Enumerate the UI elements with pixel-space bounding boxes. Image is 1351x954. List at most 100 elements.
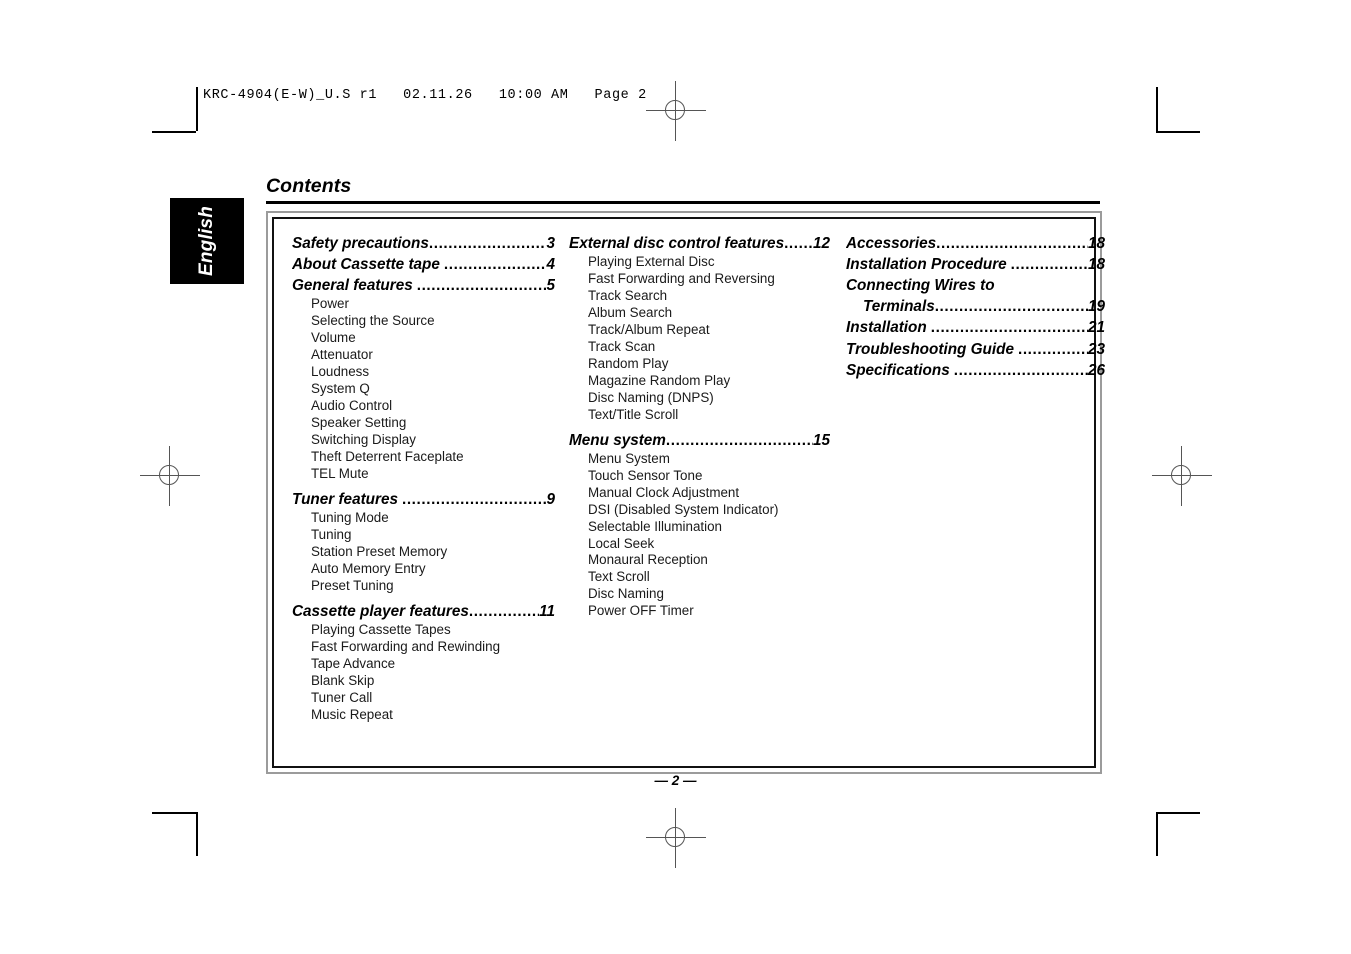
contents-frame: Safety precautions......................… bbox=[266, 211, 1105, 774]
contents-entry-major[interactable]: Specifications..........................… bbox=[846, 360, 1105, 381]
contents-entry-sub[interactable]: Disc Naming (DNPS) bbox=[569, 390, 830, 407]
contents-entry-page-number: 23 bbox=[1087, 340, 1105, 358]
dot-leader: ........................................… bbox=[953, 361, 1088, 379]
contents-entry-sub[interactable]: Disc Naming bbox=[569, 586, 830, 603]
contents-entry-sub[interactable]: Power bbox=[292, 296, 555, 313]
registration-mark-circle bbox=[665, 827, 685, 847]
contents-entry-title: Accessories bbox=[846, 235, 937, 252]
contents-entry-sub[interactable]: DSI (Disabled System Indicator) bbox=[569, 502, 830, 519]
column-2: External disc control features..........… bbox=[559, 233, 834, 756]
contents-entry-sub[interactable]: Attenuator bbox=[292, 347, 555, 364]
crop-mark-bottom-left bbox=[152, 812, 196, 814]
contents-entry-sub[interactable]: Tuning Mode bbox=[292, 510, 555, 527]
contents-entry-sub[interactable]: Playing External Disc bbox=[569, 254, 830, 271]
registration-mark-bottom bbox=[646, 808, 706, 868]
contents-entry-major[interactable]: About Cassette tape.....................… bbox=[292, 254, 555, 275]
contents-entry-sub[interactable]: Playing Cassette Tapes bbox=[292, 622, 555, 639]
contents-entry-sub[interactable]: Audio Control bbox=[292, 398, 555, 415]
contents-entry-title: General features bbox=[292, 277, 413, 295]
contents-entry-sub[interactable]: Random Play bbox=[569, 356, 830, 373]
contents-entry-sub[interactable]: Manual Clock Adjustment bbox=[569, 485, 830, 502]
contents-entry-sub[interactable]: Fast Forwarding and Rewinding bbox=[292, 639, 555, 656]
contents-entry-sub[interactable]: Text Scroll bbox=[569, 569, 830, 586]
contents-entry-sub[interactable]: Auto Memory Entry bbox=[292, 561, 555, 578]
contents-entry-sub[interactable]: Volume bbox=[292, 330, 555, 347]
contents-entry-title: About Cassette tape bbox=[292, 256, 440, 274]
contents-entry-sub[interactable]: Tuner Call bbox=[292, 690, 555, 707]
contents-entry-page-number: 26 bbox=[1087, 361, 1105, 379]
contents-entry-sub[interactable]: Loudness bbox=[292, 364, 555, 381]
contents-entry-sub[interactable]: Tuning bbox=[292, 527, 555, 544]
contents-entry-page-number: 11 bbox=[539, 602, 555, 620]
contents-entry-title: Safety precautions bbox=[292, 235, 429, 252]
contents-entry-major[interactable]: Safety precautions......................… bbox=[292, 233, 555, 254]
column-1: Safety precautions......................… bbox=[284, 233, 559, 756]
contents-entry-sub[interactable]: Album Search bbox=[569, 305, 830, 322]
contents-entry-sub[interactable]: TEL Mute bbox=[292, 466, 555, 483]
contents-entry-major[interactable]: Accessories.............................… bbox=[846, 233, 1105, 254]
contents-entry-sub[interactable]: Menu System bbox=[569, 451, 830, 468]
contents-entry-title: Cassette player features bbox=[292, 602, 469, 620]
contents-entry-sub[interactable]: Switching Display bbox=[292, 432, 555, 449]
crop-mark-top-left bbox=[152, 131, 196, 133]
crop-mark-top-right bbox=[1156, 131, 1200, 133]
dot-leader: ........................................… bbox=[401, 490, 547, 508]
contents-columns: Safety precautions......................… bbox=[274, 219, 1105, 766]
contents-entry-sub[interactable]: Touch Sensor Tone bbox=[569, 468, 830, 485]
contents-entry-sub[interactable]: Power OFF Timer bbox=[569, 603, 830, 620]
dot-leader: ........................................… bbox=[1010, 256, 1088, 274]
dot-leader: ........................................… bbox=[784, 235, 813, 252]
contents-entry-sub[interactable]: Tape Advance bbox=[292, 656, 555, 673]
contents-entry-page-number: 18 bbox=[1087, 256, 1105, 274]
contents-entry-sub[interactable]: Speaker Setting bbox=[292, 415, 555, 432]
contents-entry-major[interactable]: External disc control features..........… bbox=[569, 233, 830, 254]
dot-leader: ........................................… bbox=[468, 602, 540, 620]
contents-entry-major[interactable]: General features........................… bbox=[292, 275, 555, 296]
contents-entry-title-line1: Connecting Wires to bbox=[846, 277, 995, 295]
language-tab-label: English bbox=[196, 205, 217, 277]
contents-entry-page-number: 15 bbox=[812, 431, 830, 449]
contents-entry-sub[interactable]: Track/Album Repeat bbox=[569, 322, 830, 339]
contents-entry-sub[interactable]: Selecting the Source bbox=[292, 313, 555, 330]
contents-entry-sub[interactable]: Track Search bbox=[569, 288, 830, 305]
contents-entry-sub[interactable]: Track Scan bbox=[569, 339, 830, 356]
contents-entry-sub[interactable]: System Q bbox=[292, 381, 555, 398]
dot-leader: ........................................… bbox=[665, 431, 813, 449]
contents-entry-major[interactable]: Installation............................… bbox=[846, 317, 1105, 338]
contents-entry-major[interactable]: Troubleshooting Guide...................… bbox=[846, 339, 1105, 360]
contents-entry-major[interactable]: Cassette player features................… bbox=[292, 601, 555, 622]
contents-entry-title: Installation Procedure bbox=[846, 256, 1007, 274]
page-title: Contents bbox=[266, 175, 352, 197]
contents-entry-title: Tuner features bbox=[292, 490, 398, 508]
registration-mark-top bbox=[646, 81, 706, 141]
contents-entry-major[interactable]: Installation Procedure..................… bbox=[846, 254, 1105, 275]
contents-entry-major[interactable]: Connecting Wires to Terminals............… bbox=[846, 275, 1105, 317]
contents-entry-major[interactable]: Tuner features..........................… bbox=[292, 489, 555, 510]
contents-entry-page-number: 18 bbox=[1087, 235, 1105, 252]
dot-leader: ........................................… bbox=[934, 298, 1088, 316]
contents-entry-sub[interactable]: Theft Deterrent Faceplate bbox=[292, 449, 555, 466]
contents-entry-sub[interactable]: Blank Skip bbox=[292, 673, 555, 690]
contents-entry-sub[interactable]: Magazine Random Play bbox=[569, 373, 830, 390]
contents-entry-sub[interactable]: Text/Title Scroll bbox=[569, 407, 830, 424]
contents-entry-sub[interactable]: Music Repeat bbox=[292, 707, 555, 724]
contents-entry-sub[interactable]: Monaural Reception bbox=[569, 552, 830, 569]
contents-entry-page-number: 5 bbox=[546, 277, 555, 295]
registration-mark-right bbox=[1152, 446, 1212, 506]
contents-entry-sub[interactable]: Preset Tuning bbox=[292, 578, 555, 595]
contents-entry-sub[interactable]: Station Preset Memory bbox=[292, 544, 555, 561]
contents-entry-sub[interactable]: Selectable Illumination bbox=[569, 519, 830, 536]
dot-leader: ........................................… bbox=[443, 256, 547, 274]
dot-leader: ........................................… bbox=[930, 319, 1088, 337]
crop-mark-bottom-right bbox=[1156, 812, 1200, 814]
crop-mark-top-left-vertical bbox=[196, 87, 198, 131]
contents-entry-sub[interactable]: Fast Forwarding and Reversing bbox=[569, 271, 830, 288]
dot-leader: ........................................… bbox=[1017, 340, 1088, 358]
contents-entry-page-number: 3 bbox=[546, 235, 555, 252]
column-3: Accessories.............................… bbox=[834, 233, 1109, 756]
contents-entry-sub[interactable]: Local Seek bbox=[569, 536, 830, 553]
crop-mark-bottom-left-vertical bbox=[196, 812, 198, 856]
contents-entry-page-number: 19 bbox=[1087, 298, 1105, 316]
crop-mark-top-right-vertical bbox=[1156, 87, 1158, 131]
contents-entry-major[interactable]: Menu system.............................… bbox=[569, 430, 830, 451]
